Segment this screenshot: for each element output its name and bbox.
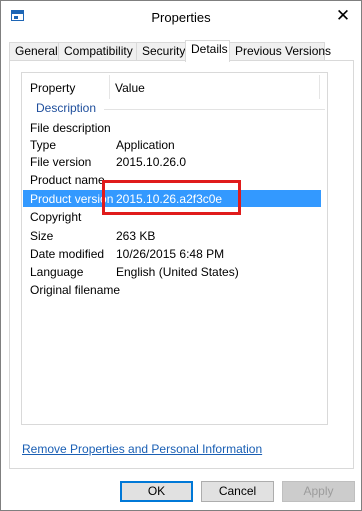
tab-previous-versions[interactable]: Previous Versions: [229, 42, 331, 61]
column-header-property[interactable]: Property: [30, 81, 75, 95]
column-separator[interactable]: [319, 75, 320, 99]
list-row-selected[interactable]: Product version 2015.10.26.a2f3c0e: [23, 190, 321, 207]
property-value: 263 KB: [116, 229, 156, 243]
property-name: Language: [30, 265, 84, 279]
apply-button[interactable]: Apply: [282, 481, 355, 502]
property-name: File description: [30, 121, 111, 135]
title-bar[interactable]: Properties ✕: [1, 1, 361, 32]
property-name: Type: [30, 138, 57, 152]
list-row[interactable]: Product name: [23, 171, 321, 188]
section-header-description: Description: [36, 101, 97, 115]
list-row[interactable]: Size 263 KB: [23, 227, 321, 244]
property-name: File version: [30, 155, 92, 169]
property-value: Application: [116, 138, 175, 152]
close-icon[interactable]: ✕: [333, 5, 353, 27]
list-header: Property Value: [22, 73, 327, 101]
list-row[interactable]: File description: [23, 119, 321, 136]
section-divider: [104, 109, 325, 110]
property-name: Copyright: [30, 210, 82, 224]
property-name: Product name: [30, 173, 105, 187]
ok-button[interactable]: OK: [120, 481, 193, 502]
remove-properties-link[interactable]: Remove Properties and Personal Informati…: [22, 442, 262, 456]
property-name: Product version: [30, 192, 114, 206]
column-separator[interactable]: [109, 75, 110, 99]
property-value: English (United States): [116, 265, 239, 279]
tab-details[interactable]: Details: [185, 40, 230, 62]
list-row[interactable]: Original filename: [23, 281, 321, 298]
list-row[interactable]: Type Application: [23, 136, 321, 153]
column-header-value[interactable]: Value: [115, 81, 145, 95]
tab-general[interactable]: General: [9, 42, 59, 61]
list-row[interactable]: Date modified 10/26/2015 6:48 PM: [23, 245, 321, 262]
property-value: 2015.10.26.0: [116, 155, 187, 169]
list-row[interactable]: File version 2015.10.26.0: [23, 153, 321, 170]
property-value: 10/26/2015 6:48 PM: [116, 247, 225, 261]
property-name: Original filename: [30, 283, 121, 297]
window-title: Properties: [151, 10, 211, 25]
tab-compatibility[interactable]: Compatibility: [58, 42, 137, 61]
details-list[interactable]: Property Value Description File descript…: [21, 72, 328, 425]
list-row[interactable]: Language English (United States): [23, 263, 321, 280]
property-name: Size: [30, 229, 54, 243]
cancel-button[interactable]: Cancel: [201, 481, 274, 502]
property-name: Date modified: [30, 247, 105, 261]
tab-security[interactable]: Security: [136, 42, 186, 61]
property-value: 2015.10.26.a2f3c0e: [116, 192, 223, 206]
list-row[interactable]: Copyright: [23, 208, 321, 225]
